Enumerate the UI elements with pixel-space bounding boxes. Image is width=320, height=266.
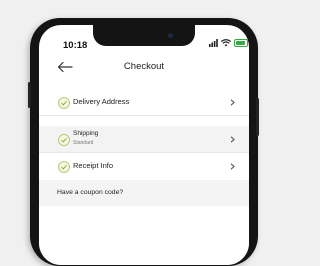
chevron-right-icon xyxy=(230,163,235,170)
phone-side-button xyxy=(256,98,259,136)
coupon-code-row[interactable]: Have a coupon code? xyxy=(39,180,249,206)
phone-side-button xyxy=(28,82,31,108)
camera-dot xyxy=(168,33,173,38)
step-label: Delivery Address xyxy=(73,97,130,106)
step-label: Receipt Info xyxy=(73,161,114,170)
chevron-right-icon xyxy=(230,136,235,143)
check-circle-icon xyxy=(58,134,70,146)
status-icons xyxy=(209,39,248,47)
page-title: Checkout xyxy=(123,61,165,72)
check-circle-icon xyxy=(58,97,70,109)
content-area xyxy=(39,206,249,265)
step-receipt-info[interactable]: Receipt Info xyxy=(39,153,249,179)
signal-icon xyxy=(209,39,218,47)
step-shipping[interactable]: Shipping Standard xyxy=(39,126,249,152)
coupon-label: Have a coupon code? xyxy=(57,189,124,196)
wifi-icon xyxy=(221,39,231,47)
phone-screen: 10:18 Checkout Delivery Address Shipping… xyxy=(39,25,249,265)
step-sublabel: Standard xyxy=(73,140,94,146)
step-delivery-address[interactable]: Delivery Address xyxy=(39,89,249,115)
battery-icon xyxy=(234,39,248,47)
step-label: Shipping xyxy=(73,130,99,137)
header: Checkout xyxy=(39,56,249,80)
check-circle-icon xyxy=(58,161,70,173)
chevron-right-icon xyxy=(230,99,235,106)
divider xyxy=(39,115,249,116)
notch xyxy=(93,25,195,46)
status-time: 10:18 xyxy=(63,40,88,51)
